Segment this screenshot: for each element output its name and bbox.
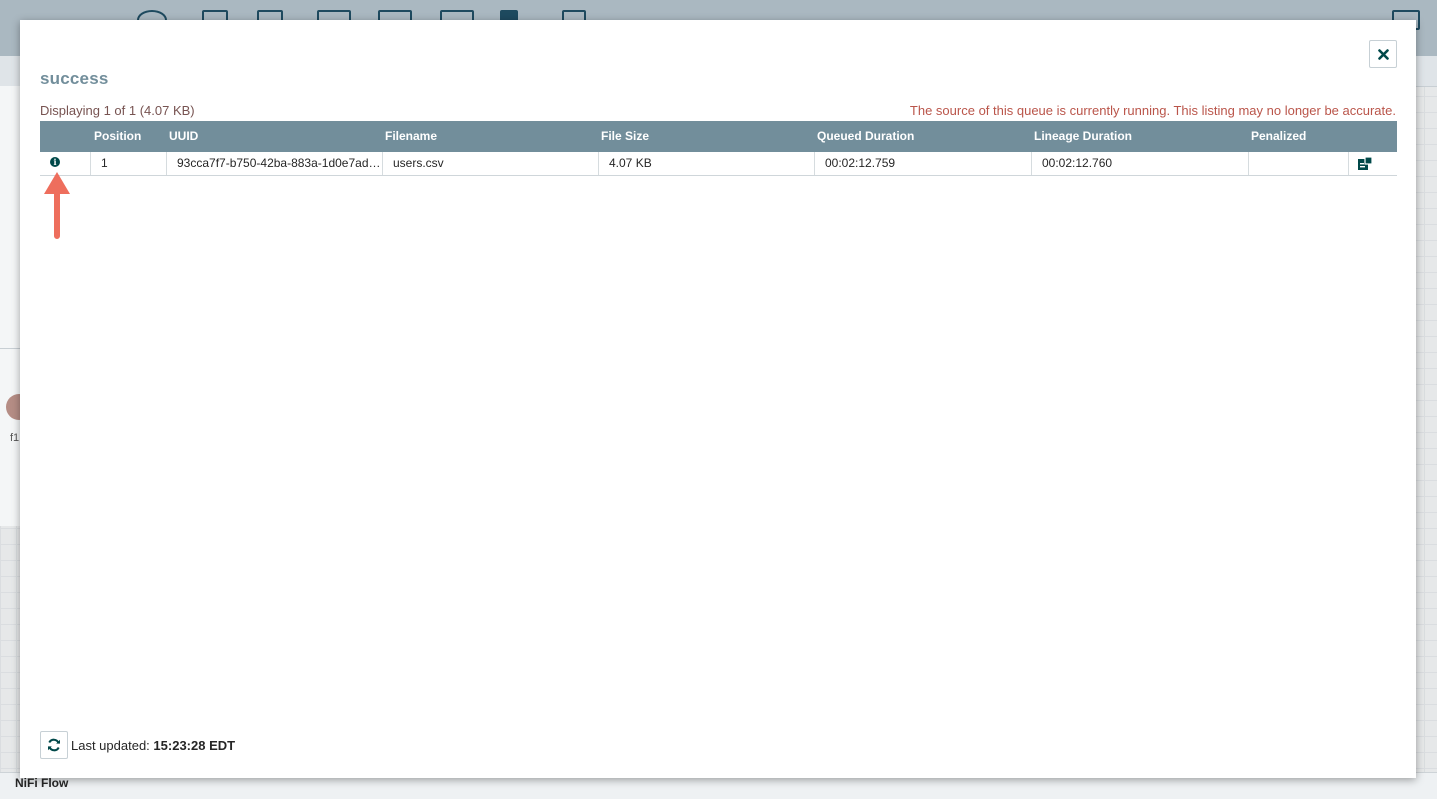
column-header-position[interactable]: Position: [94, 121, 141, 152]
row-provenance-cell: [1348, 152, 1397, 175]
close-button[interactable]: [1369, 40, 1397, 68]
table-header: Position UUID Filename File Size Queued …: [40, 121, 1397, 152]
last-updated-label: Last updated:: [71, 738, 150, 753]
refresh-icon: [48, 738, 60, 752]
breadcrumb[interactable]: NiFi Flow: [15, 776, 68, 790]
annotation-arrow-icon: [44, 172, 70, 239]
flowfile-table: Position UUID Filename File Size Queued …: [40, 121, 1397, 176]
cell-queued-duration: 00:02:12.759: [814, 152, 1031, 175]
cell-filename: users.csv: [382, 152, 598, 175]
refresh-button[interactable]: [40, 731, 68, 759]
column-header-lineage-duration[interactable]: Lineage Duration: [1034, 121, 1132, 152]
cell-penalized: [1248, 152, 1348, 175]
cell-lineage-duration: 00:02:12.760: [1031, 152, 1248, 175]
column-header-queued-duration[interactable]: Queued Duration: [817, 121, 914, 152]
table-row[interactable]: i 1 93cca7f7-b750-42ba-883a-1d0e7ad… use…: [40, 152, 1397, 176]
component-label: f1: [10, 432, 20, 444]
column-header-file-size[interactable]: File Size: [601, 121, 649, 152]
queue-listing-dialog: success Displaying 1 of 1 (4.07 KB) The …: [20, 20, 1416, 778]
info-icon[interactable]: i: [50, 157, 60, 167]
column-header-filename[interactable]: Filename: [385, 121, 437, 152]
display-summary: Displaying 1 of 1 (4.07 KB): [40, 103, 195, 118]
cell-file-size: 4.07 KB: [598, 152, 814, 175]
column-header-uuid[interactable]: UUID: [169, 121, 198, 152]
cell-uuid: 93cca7f7-b750-42ba-883a-1d0e7ad…: [166, 152, 382, 175]
last-updated-status: Last updated: 15:23:28 EDT: [71, 738, 235, 753]
cell-position: 1: [90, 152, 166, 175]
close-icon: [1377, 48, 1389, 60]
dialog-title: success: [40, 69, 109, 88]
provenance-icon[interactable]: [1358, 157, 1372, 170]
queue-running-warning: The source of this queue is currently ru…: [909, 103, 1396, 118]
column-header-penalized[interactable]: Penalized: [1251, 121, 1306, 152]
last-updated-time: 15:23:28 EDT: [153, 738, 236, 753]
